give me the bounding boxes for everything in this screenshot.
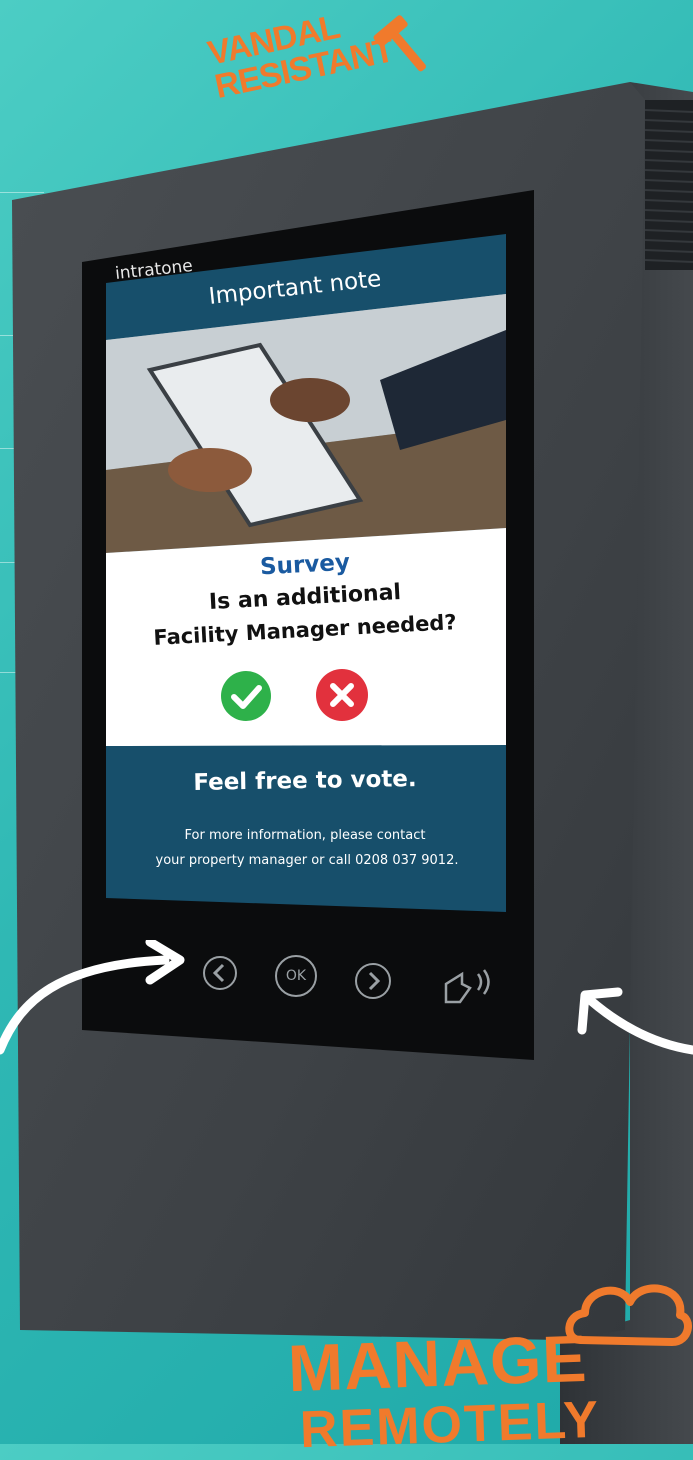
info-line1: For more information, please contact: [184, 828, 426, 843]
previous-button[interactable]: [200, 950, 240, 996]
vent-grill: [644, 100, 693, 270]
chevron-right-icon: [355, 963, 391, 999]
arrow-left-decoration: [0, 940, 185, 1055]
ok-button[interactable]: OK: [275, 955, 317, 997]
info-line2: your property manager or call 0208 037 9…: [155, 853, 459, 868]
yes-vote-button[interactable]: [220, 670, 272, 722]
chevron-left-icon: [203, 956, 237, 990]
call-button[interactable]: [440, 960, 496, 1010]
manage-remotely-line2: REMOTELY: [299, 1390, 602, 1460]
hand-sound-icon: [444, 969, 490, 1004]
no-vote-button[interactable]: [315, 668, 369, 722]
check-circle-icon: [221, 671, 271, 721]
vote-text: Feel free to vote.: [193, 766, 417, 796]
next-button[interactable]: [352, 958, 394, 1004]
ok-label: OK: [285, 968, 307, 984]
intercom-device: [12, 82, 693, 1444]
arrow-right-decoration: [577, 987, 693, 1055]
